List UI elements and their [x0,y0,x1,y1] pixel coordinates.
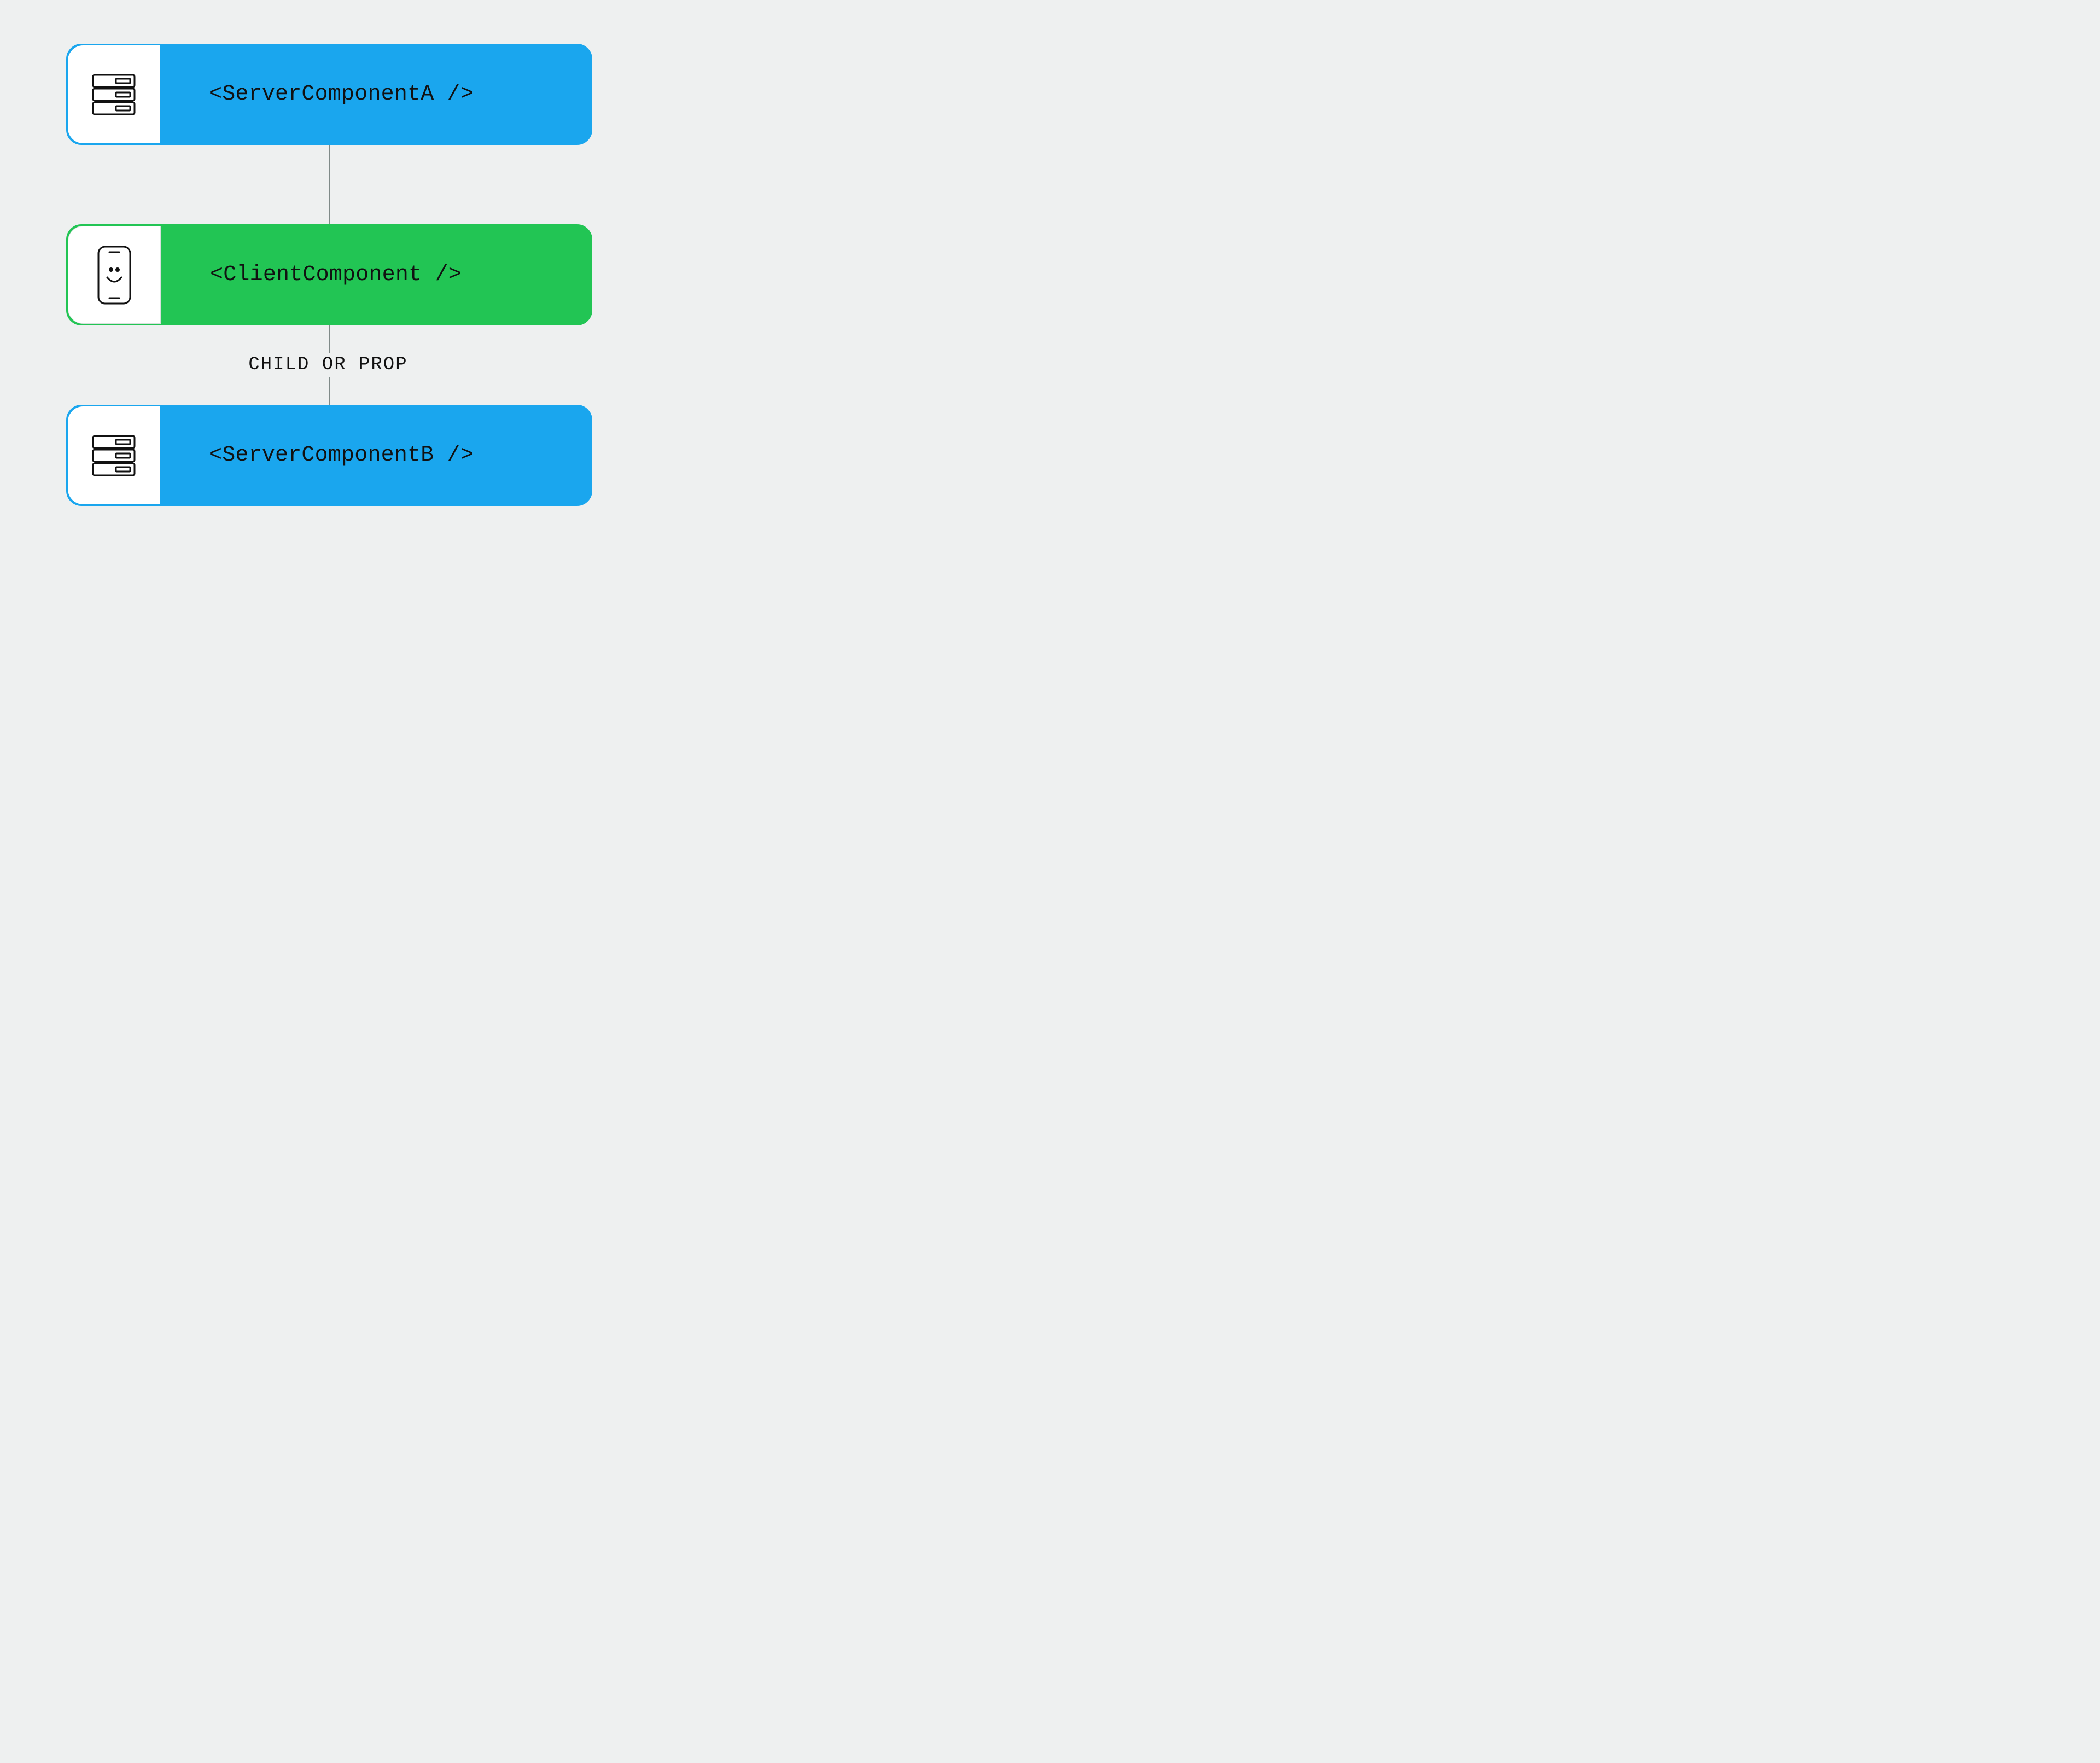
server-icon [68,406,160,504]
edge-ab [329,145,330,224]
node-label: <ServerComponentB /> [160,406,591,504]
edge-bc-bottom [329,377,330,405]
server-icon [68,45,160,143]
edge-bc-label: CHILD OR PROP [0,354,656,375]
client-icon [68,226,161,324]
node-server-component-b: <ServerComponentB /> [66,405,592,506]
node-label: <ClientComponent /> [161,226,591,324]
node-server-component-a: <ServerComponentA /> [66,44,592,145]
node-client-component: <ClientComponent /> [66,224,592,325]
edge-bc-top [329,325,330,353]
node-label: <ServerComponentA /> [160,45,591,143]
diagram-canvas: CHILD OR PROP <ServerComponentA /> [0,0,656,551]
